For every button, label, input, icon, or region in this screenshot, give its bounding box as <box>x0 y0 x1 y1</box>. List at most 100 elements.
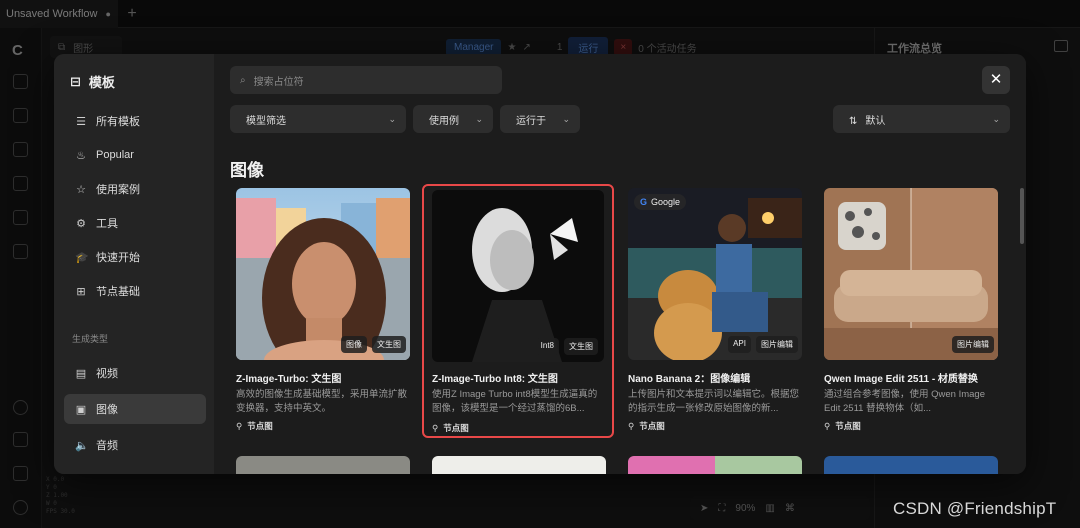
sidebar-item-image[interactable]: ▣ 图像 <box>64 394 206 424</box>
sidebar-header: ⊟ 模板 <box>70 72 115 91</box>
card-title: Z-Image-Turbo: 文生图 <box>236 374 342 385</box>
tag: API <box>728 336 751 353</box>
graduation-cap-icon: 🎓 <box>75 251 89 264</box>
template-search-input[interactable]: ⌕ 搜索占位符 <box>230 66 502 94</box>
image-icon: ▣ <box>75 403 87 416</box>
filter-label: 运行于 <box>516 115 546 127</box>
tag: 图像 <box>341 336 367 353</box>
sidebar-item-label: 音频 <box>96 440 118 452</box>
card-description: 通过组合参考图像，使用 Qwen Image Edit 2511 替换物体（如.… <box>824 389 985 414</box>
star-icon: ☆ <box>76 183 86 196</box>
filter-label: 模型筛选 <box>246 115 286 127</box>
tag-list: 图片编辑 <box>952 336 994 353</box>
section-title-image: 图像 <box>230 161 264 180</box>
app-window: Unsaved Workflow ● + C X 0.0 Y 0 Z 1.00 … <box>0 0 1080 528</box>
template-card-peek[interactable] <box>824 456 998 474</box>
flame-icon: ♨ <box>76 149 86 162</box>
templates-sidebar: ⊟ 模板 ☰ 所有模板 ♨ Popular ☆ 使用案例 ⚙ 工具 🎓 快速开始 <box>54 54 214 474</box>
tag: 文生图 <box>372 336 406 353</box>
sidebar-item-all-templates[interactable]: ☰ 所有模板 <box>64 106 206 136</box>
card-description: 上传图片和文本提示词以编辑它。根据您的指示生成一张修改原始图像的新... <box>628 389 800 414</box>
sidebar-item-label: 节点基础 <box>96 286 140 298</box>
templates-modal: ⊟ 模板 ☰ 所有模板 ♨ Popular ☆ 使用案例 ⚙ 工具 🎓 快速开始 <box>54 54 1026 474</box>
card-meta: ⚲ 节点图 <box>824 420 861 432</box>
badge-label: Google <box>651 197 681 207</box>
model-filter-dropdown[interactable]: 模型筛选 ⌄ <box>230 105 406 133</box>
card-title: Nano Banana 2：图像编辑 <box>628 374 751 385</box>
templates-main: ⌕ 搜索占位符 ✕ 模型筛选 ⌄ 使用例 ⌄ 运行于 ⌄ ⇅ 默认 ⌄ 图像 图… <box>214 54 1026 474</box>
close-button[interactable]: ✕ <box>982 66 1010 94</box>
search-icon: ⌕ <box>240 74 246 86</box>
tag-list: 图像 文生图 <box>341 336 406 353</box>
search-placeholder: 搜索占位符 <box>253 76 304 88</box>
template-card-peek[interactable] <box>236 456 410 474</box>
sidebar-item-audio[interactable]: 🔈 音频 <box>64 430 206 460</box>
film-icon: ▤ <box>75 367 87 380</box>
chevron-down-icon: ⌄ <box>562 113 570 124</box>
meta-label: 节点图 <box>443 423 469 433</box>
speaker-icon: 🔈 <box>75 439 89 452</box>
sort-dropdown[interactable]: ⇅ 默认 ⌄ <box>833 105 1010 133</box>
sidebar-item-label: 图像 <box>96 404 118 416</box>
template-thumbnail <box>628 188 802 360</box>
gear-icon: ⚙ <box>76 217 86 230</box>
template-card-peek[interactable] <box>628 456 802 474</box>
google-badge: G Google <box>634 194 687 210</box>
filter-label: 使用例 <box>429 115 459 127</box>
template-card[interactable]: 图片编辑 Qwen Image Edit 2511 - 材质替换 通过组合参考图… <box>824 188 1000 434</box>
card-description: 高效的图像生成基础模型，采用单流扩散变换器，支持中英文。 <box>236 389 408 414</box>
chevron-down-icon: ⌄ <box>388 113 396 124</box>
card-meta: ⚲ 节点图 <box>628 420 665 432</box>
scrollbar[interactable] <box>1020 188 1024 244</box>
sidebar-item-use-cases[interactable]: ☆ 使用案例 <box>64 174 206 204</box>
template-thumbnail <box>236 188 410 360</box>
card-meta: ⚲ 节点图 <box>236 420 273 432</box>
tag-list: API 图片编辑 <box>728 336 798 353</box>
template-card[interactable]: 图像 文生图 Z-Image-Turbo: 文生图 高效的图像生成基础模型，采用… <box>236 188 412 434</box>
sidebar-item-video[interactable]: ▤ 视频 <box>64 358 206 388</box>
node-graph-icon: ⚲ <box>432 422 439 433</box>
sort-label: 默认 <box>865 115 886 127</box>
sort-icon: ⇅ <box>849 115 858 127</box>
node-graph-icon: ⚲ <box>236 420 243 431</box>
templates-icon: ⊟ <box>70 73 81 89</box>
sidebar-item-label: 使用案例 <box>96 184 140 196</box>
bw-portrait-image <box>432 190 604 362</box>
sidebar-item-label: 工具 <box>96 218 118 230</box>
list-icon: ☰ <box>76 115 86 128</box>
tag: 文生图 <box>564 338 598 355</box>
tag: Int8 <box>535 338 559 355</box>
man-with-dog-image <box>628 188 802 360</box>
chevron-down-icon: ⌄ <box>475 113 483 124</box>
meta-label: 节点图 <box>639 421 665 431</box>
sidebar-item-popular[interactable]: ♨ Popular <box>64 140 206 170</box>
sidebar-item-node-basics[interactable]: ⊞ 节点基础 <box>64 276 206 306</box>
card-title: Z-Image-Turbo Int8: 文生图 <box>432 374 558 385</box>
sort-group: ⇅ 默认 <box>849 112 885 127</box>
google-logo-icon: G <box>640 197 648 207</box>
chevron-down-icon: ⌄ <box>992 113 1000 124</box>
card-title: Qwen Image Edit 2511 - 材质替换 <box>824 374 978 385</box>
sidebar-item-label: Popular <box>96 149 134 161</box>
tag: 图片编辑 <box>952 336 994 353</box>
csdn-watermark: CSDN @FriendshipT <box>893 499 1057 518</box>
use-case-dropdown[interactable]: 使用例 ⌄ <box>413 105 493 133</box>
tag-list: Int8 文生图 <box>535 338 598 355</box>
sidebar-item-quick-start[interactable]: 🎓 快速开始 <box>64 242 206 272</box>
template-card[interactable]: G Google API 图片编辑 Nano Banana 2：图像编辑 上传图… <box>628 188 804 434</box>
sofa-material-image <box>824 188 998 360</box>
tag: 图片编辑 <box>756 336 798 353</box>
meta-label: 节点图 <box>835 421 861 431</box>
sidebar-item-label: 视频 <box>96 368 118 380</box>
card-description: 使用Z Image Turbo int8模型生成逼真的图像，该模型是一个经过蒸馏… <box>432 389 598 414</box>
portrait-image <box>236 188 410 360</box>
sidebar-item-tools[interactable]: ⚙ 工具 <box>64 208 206 238</box>
sidebar-item-label: 快速开始 <box>96 252 140 264</box>
node-graph-icon: ⚲ <box>628 420 635 431</box>
card-meta: ⚲ 节点图 <box>432 422 469 434</box>
template-card-peek[interactable] <box>432 456 606 474</box>
runs-on-dropdown[interactable]: 运行于 ⌄ <box>500 105 580 133</box>
node-graph-icon: ⚲ <box>824 420 831 431</box>
template-card-selected[interactable]: Int8 文生图 Z-Image-Turbo Int8: 文生图 使用Z Ima… <box>422 184 614 438</box>
template-thumbnail <box>824 188 998 360</box>
